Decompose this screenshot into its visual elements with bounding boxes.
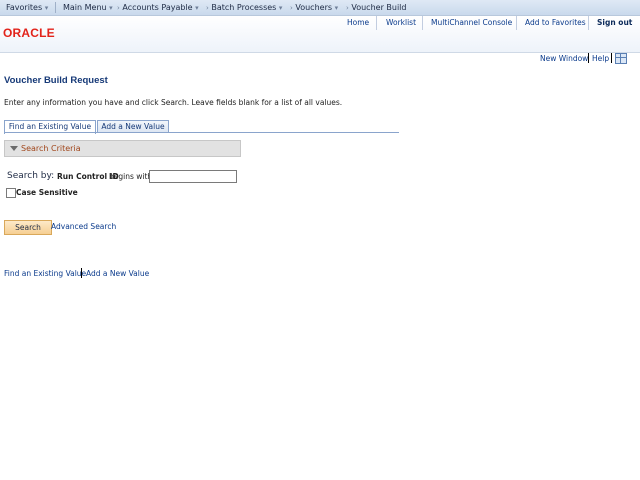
link-divider [611,53,612,63]
collapse-triangle-icon [10,146,18,151]
page-instructions: Enter any information you have and click… [4,98,343,107]
search-criteria-label: Search Criteria [21,144,81,153]
chevron-down-icon: ▾ [44,4,49,12]
favorites-menu[interactable]: Favorites ▾ [6,3,48,12]
top-navigation-bar: Favorites ▾ Main Menu ▾ › Accounts Payab… [0,0,640,16]
chevron-right-icon: › [206,4,209,12]
oracle-logo: ORACLE [3,26,55,40]
favorites-label: Favorites [6,3,43,12]
search-by-label: Search by: [7,171,55,181]
find-existing-value-link[interactable]: Find an Existing Value [4,269,86,278]
chevron-right-icon: › [346,4,349,12]
grid-icon[interactable] [615,53,627,64]
breadcrumb-label: Batch Processes [211,3,277,12]
breadcrumb-accounts-payable[interactable]: › Accounts Payable ▾ [117,3,199,12]
link-divider [588,53,589,63]
page-title: Voucher Build Request [4,75,108,86]
new-window-link[interactable]: New Window [540,54,588,63]
help-link[interactable]: Help [592,54,609,63]
link-divider [81,268,82,278]
tab-underline [4,132,399,133]
header-divider [588,16,589,30]
main-menu[interactable]: Main Menu ▾ [63,3,113,12]
header-divider [516,16,517,30]
header-divider [422,16,423,30]
breadcrumb-vouchers[interactable]: › Vouchers ▾ [290,3,338,12]
breadcrumb-batch-processes[interactable]: › Batch Processes ▾ [206,3,282,12]
advanced-search-link[interactable]: Advanced Search [51,222,116,231]
breadcrumb-label: Vouchers [295,3,333,12]
chevron-down-icon: ▾ [195,4,199,12]
breadcrumb-label: Accounts Payable [122,3,193,12]
begins-with-operator: begins with [109,172,153,181]
case-sensitive-label: Case Sensitive [16,188,78,197]
breadcrumb-voucher-build[interactable]: › Voucher Build [346,3,406,12]
sign-out-link[interactable]: Sign out [597,18,632,27]
chevron-down-icon: ▾ [334,4,339,12]
add-to-favorites-link[interactable]: Add to Favorites [525,18,586,27]
home-link[interactable]: Home [347,18,369,27]
page-header: ORACLE Home Worklist MultiChannel Consol… [0,16,640,53]
main-menu-label: Main Menu [63,3,107,12]
worklist-link[interactable]: Worklist [386,18,416,27]
multichannel-console-link[interactable]: MultiChannel Console [431,18,512,27]
breadcrumb-label: Voucher Build [351,3,407,12]
nav-divider [55,2,56,13]
search-button[interactable]: Search [4,220,52,235]
chevron-right-icon: › [117,4,120,12]
chevron-down-icon: ▾ [109,4,113,12]
add-new-value-link[interactable]: Add a New Value [86,269,149,278]
header-divider [376,16,377,30]
case-sensitive-checkbox[interactable] [6,188,16,198]
run-control-id-input[interactable] [149,170,237,183]
chevron-down-icon: ▾ [278,4,283,12]
search-criteria-header[interactable]: Search Criteria [4,140,241,157]
chevron-right-icon: › [290,4,293,12]
